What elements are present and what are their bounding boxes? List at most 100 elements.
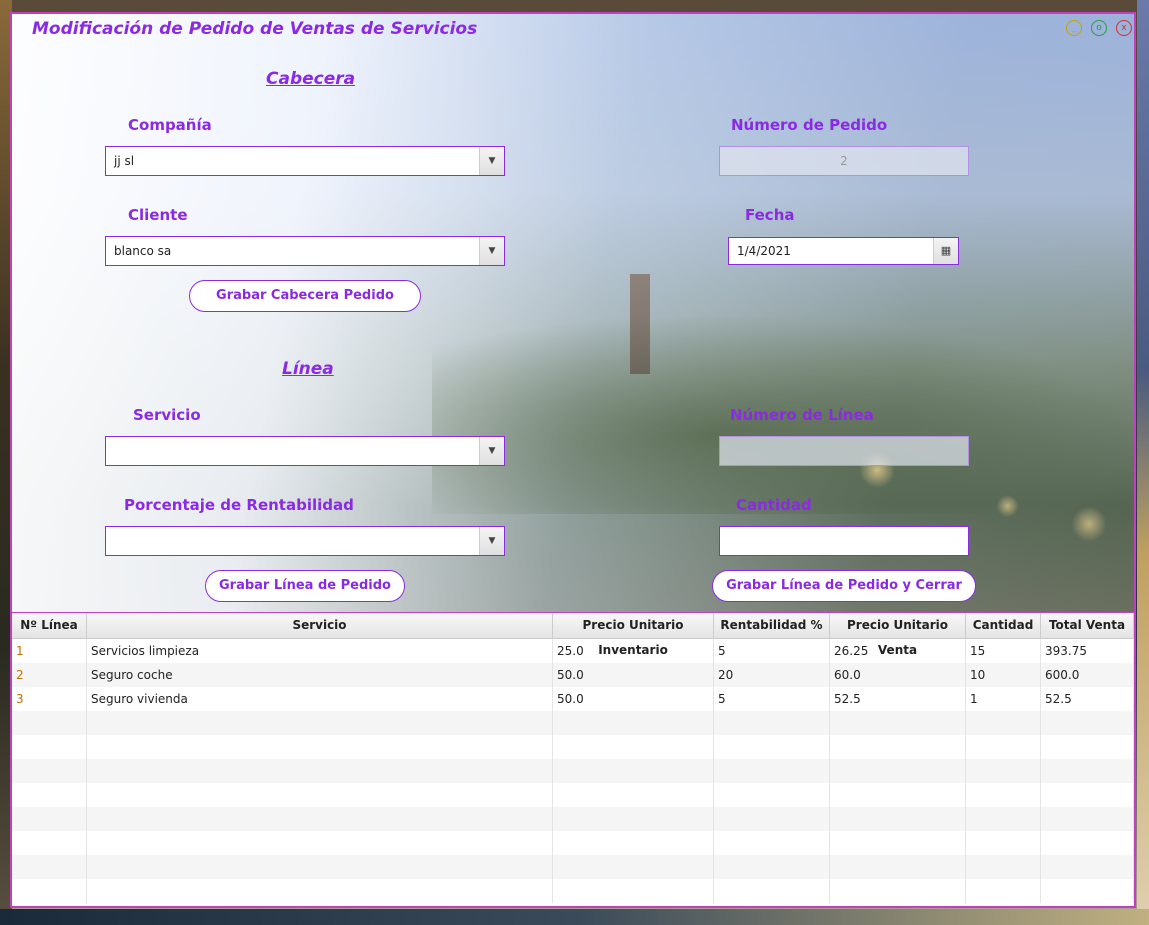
quantity-field[interactable]	[719, 526, 969, 556]
table-cell	[87, 711, 553, 735]
column-header[interactable]: Precio Unitario Inventario	[553, 613, 714, 657]
window-title: Modificación de Pedido de Ventas de Serv…	[32, 19, 478, 39]
table-cell	[966, 759, 1041, 783]
table-row[interactable]	[12, 735, 1134, 759]
table-cell	[830, 759, 966, 783]
service-combo[interactable]: ▼	[105, 436, 505, 466]
company-combo[interactable]: jj sl ▼	[105, 146, 505, 176]
table-cell: 1	[12, 639, 87, 663]
table-cell	[830, 807, 966, 831]
table-cell	[1041, 711, 1134, 735]
chevron-down-icon[interactable]: ▼	[479, 237, 504, 265]
date-value: 1/4/2021	[737, 244, 791, 258]
order-edit-window: Modificación de Pedido de Ventas de Serv…	[10, 12, 1136, 908]
column-header[interactable]: Rentabilidad %	[714, 613, 830, 638]
background-scene-right	[1137, 0, 1149, 925]
table-cell	[714, 759, 830, 783]
column-header[interactable]: Servicio	[87, 613, 553, 638]
table-cell	[714, 735, 830, 759]
company-label: Compañía	[128, 116, 212, 134]
order-number-field: 2	[719, 146, 969, 176]
table-cell: 5	[714, 687, 830, 711]
table-cell: 10	[966, 663, 1041, 687]
table-cell	[553, 855, 714, 879]
table-cell	[714, 807, 830, 831]
table-cell: 52.5	[1041, 687, 1134, 711]
table-row[interactable]	[12, 879, 1134, 903]
table-cell: Servicios limpieza	[87, 639, 553, 663]
table-cell	[714, 711, 830, 735]
table-cell	[830, 735, 966, 759]
save-line-close-button[interactable]: Grabar Línea de Pedido y Cerrar	[712, 570, 976, 602]
table-cell	[87, 831, 553, 855]
table-cell	[966, 735, 1041, 759]
chevron-down-icon[interactable]: ▼	[479, 527, 504, 555]
chevron-down-icon[interactable]: ▼	[479, 437, 504, 465]
table-cell	[12, 831, 87, 855]
table-header: Nº Línea Servicio Precio Unitario Inventar…	[12, 613, 1134, 657]
table-cell: 5	[714, 639, 830, 663]
table-cell: Seguro vivienda	[87, 687, 553, 711]
table-cell	[966, 807, 1041, 831]
table-cell	[714, 855, 830, 879]
table-cell: 3	[12, 687, 87, 711]
order-number-value: 2	[840, 154, 848, 168]
table-cell	[12, 855, 87, 879]
client-combo[interactable]: blanco sa ▼	[105, 236, 505, 266]
table-cell	[553, 735, 714, 759]
table-row[interactable]	[12, 831, 1134, 855]
line-number-field	[719, 436, 969, 466]
table-cell	[87, 783, 553, 807]
service-label: Servicio	[133, 406, 201, 424]
profit-label: Porcentaje de Rentabilidad	[124, 496, 354, 514]
date-label: Fecha	[745, 206, 795, 224]
save-header-button[interactable]: Grabar Cabecera Pedido	[189, 280, 421, 312]
column-header[interactable]: Precio Unitario Venta	[830, 613, 966, 657]
background-tower	[630, 274, 650, 374]
table-cell	[966, 855, 1041, 879]
table-cell	[966, 879, 1041, 903]
table-cell: 1	[966, 687, 1041, 711]
table-row[interactable]	[12, 807, 1134, 831]
table-cell	[1041, 807, 1134, 831]
order-lines-table[interactable]: Nº Línea Servicio Precio Unitario Inventar…	[12, 612, 1134, 906]
table-cell: 2	[12, 663, 87, 687]
quantity-label: Cantidad	[736, 496, 812, 514]
table-cell	[553, 807, 714, 831]
table-cell: 60.0	[830, 663, 966, 687]
maximize-icon[interactable]: o	[1091, 20, 1107, 36]
table-cell: 26.25	[830, 639, 966, 663]
calendar-icon[interactable]: ▦	[933, 238, 958, 264]
table-row[interactable]	[12, 783, 1134, 807]
table-cell: 15	[966, 639, 1041, 663]
table-cell	[1041, 879, 1134, 903]
table-row[interactable]	[12, 711, 1134, 735]
client-value: blanco sa	[114, 244, 172, 258]
table-cell	[966, 831, 1041, 855]
table-cell: Seguro coche	[87, 663, 553, 687]
table-cell	[12, 735, 87, 759]
table-cell	[966, 783, 1041, 807]
chevron-down-icon[interactable]: ▼	[479, 147, 504, 175]
order-number-label: Número de Pedido	[731, 116, 888, 134]
table-row[interactable]	[12, 855, 1134, 879]
table-cell: 600.0	[1041, 663, 1134, 687]
table-cell	[553, 783, 714, 807]
profit-combo[interactable]: ▼	[105, 526, 505, 556]
column-header[interactable]: Nº Línea	[12, 613, 87, 638]
table-row[interactable]: 1 Servicios limpieza 25.0 5 26.25 15 393.75	[12, 639, 1134, 663]
table-cell	[87, 759, 553, 783]
column-header[interactable]: Cantidad	[966, 613, 1041, 638]
company-value: jj sl	[114, 154, 135, 168]
minimize-icon[interactable]: _	[1066, 20, 1082, 36]
save-line-button[interactable]: Grabar Línea de Pedido	[205, 570, 405, 602]
table-row[interactable]	[12, 759, 1134, 783]
column-header[interactable]: Total Venta	[1041, 613, 1134, 638]
table-row[interactable]: 3 Seguro vivienda 50.0 5 52.5 1 52.5	[12, 687, 1134, 711]
close-icon[interactable]: x	[1116, 20, 1132, 36]
table-cell: 50.0	[553, 663, 714, 687]
table-row[interactable]: 2 Seguro coche 50.0 20 60.0 10 600.0	[12, 663, 1134, 687]
table-cell	[1041, 735, 1134, 759]
table-cell	[714, 879, 830, 903]
date-picker[interactable]: 1/4/2021 ▦	[728, 237, 959, 265]
